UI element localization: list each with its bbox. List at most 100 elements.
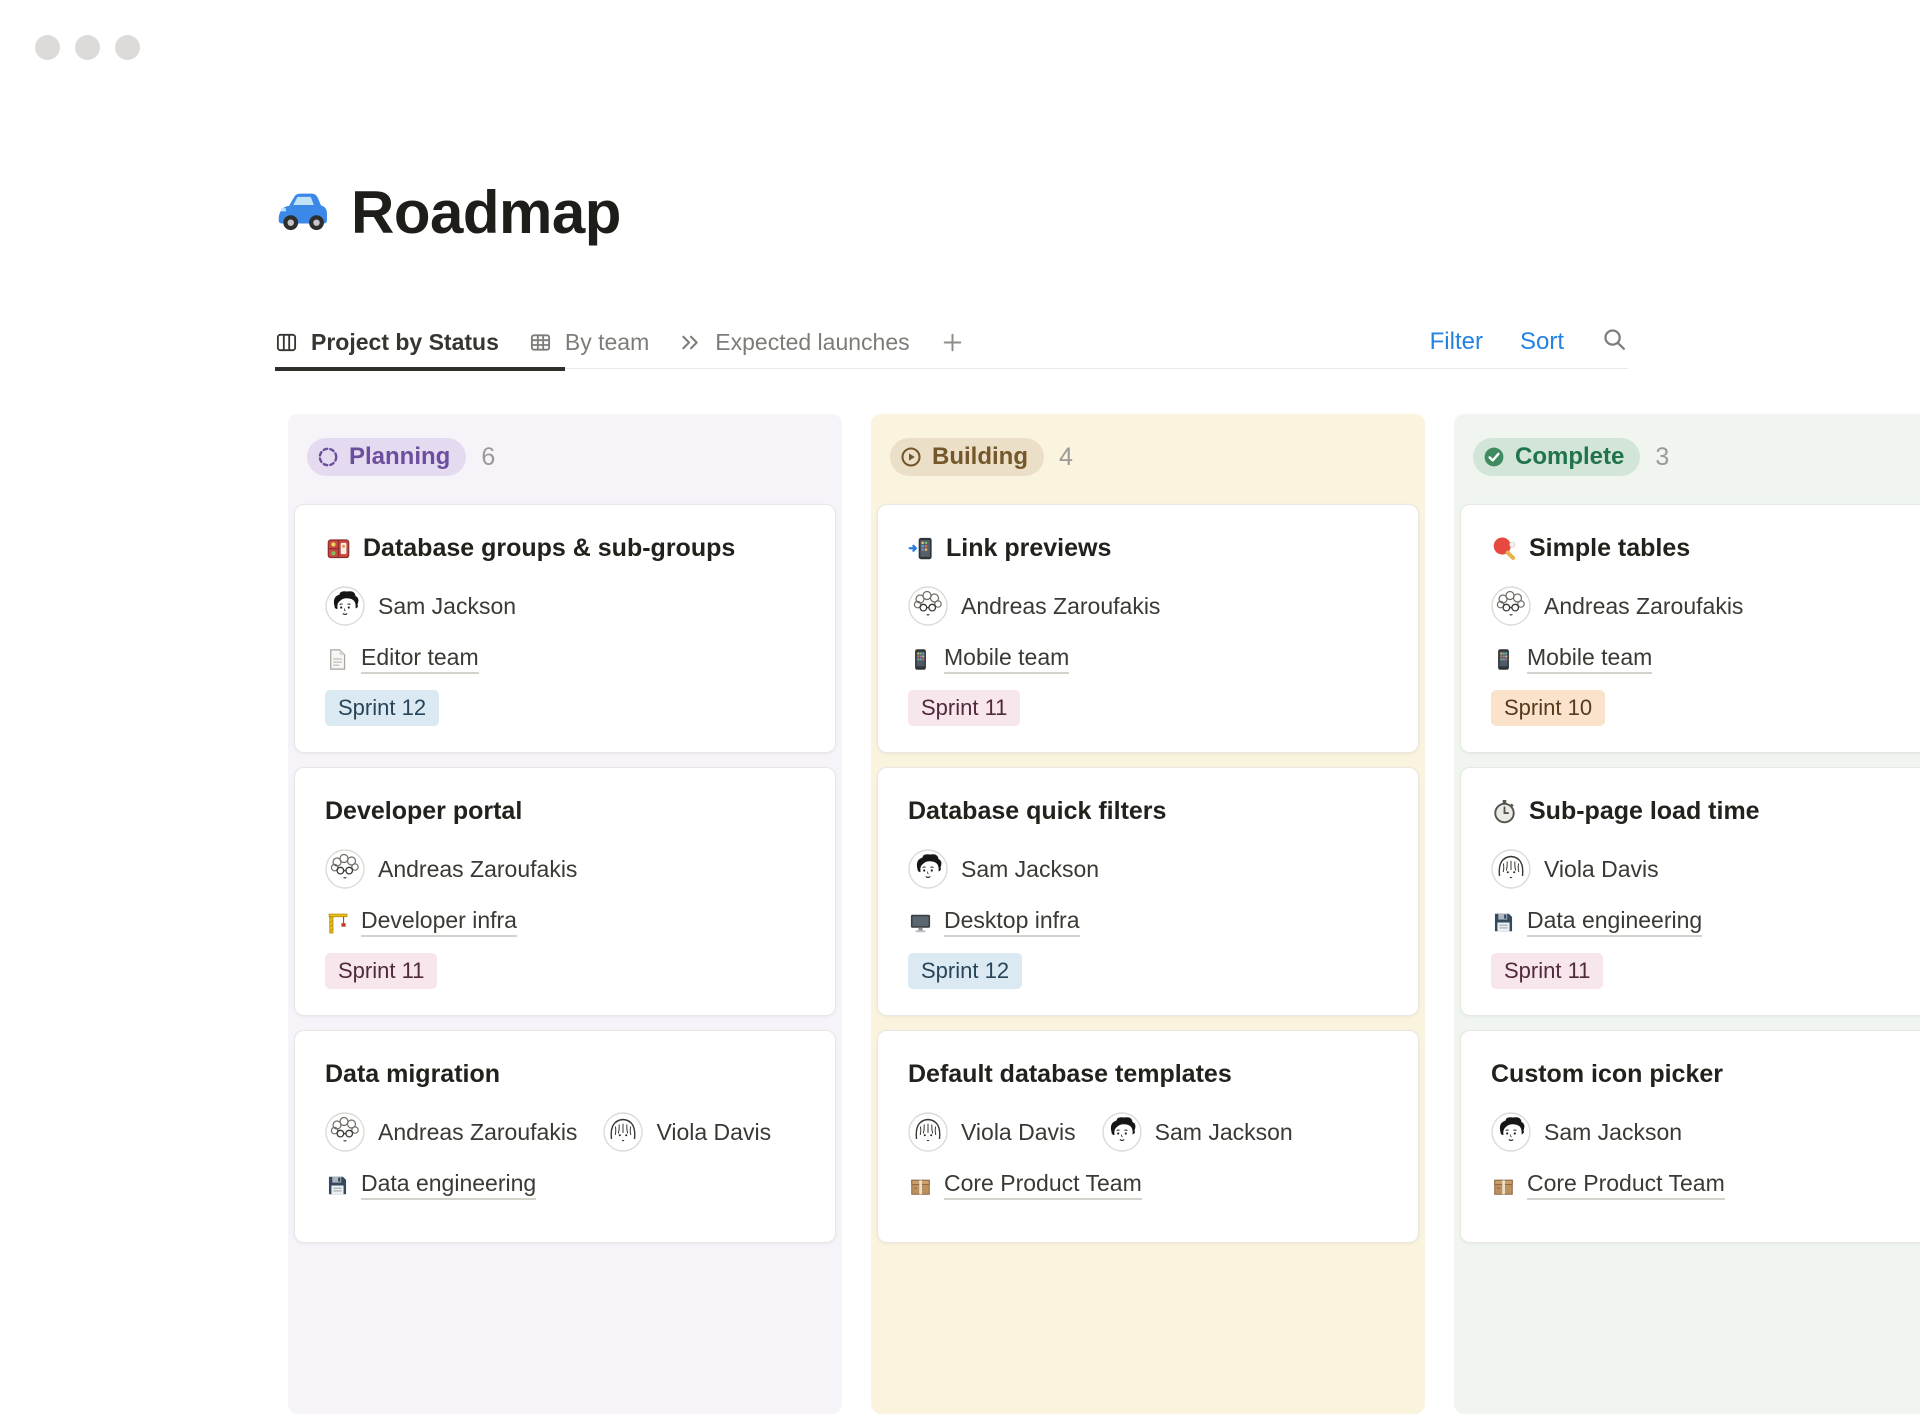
card-title-row: Sub-page load time — [1491, 796, 1920, 827]
table-icon — [529, 331, 552, 354]
team-row: Mobile team — [1491, 644, 1920, 674]
sprint-tag: Sprint 12 — [325, 690, 439, 726]
window-controls — [35, 35, 140, 60]
card-title: Custom icon picker — [1491, 1059, 1723, 1090]
sort-button[interactable]: Sort — [1520, 328, 1564, 356]
team-link[interactable]: Core Product Team — [1527, 1170, 1725, 1200]
mobile-icon — [908, 647, 933, 672]
assignee: Andreas Zaroufakis — [325, 1112, 577, 1152]
assignee-name: Sam Jackson — [961, 856, 1099, 883]
pingpong-icon — [1491, 535, 1518, 562]
window-control-dot[interactable] — [115, 35, 140, 60]
assignee: Sam Jackson — [325, 586, 516, 626]
avatar-sam — [1102, 1112, 1142, 1152]
package-icon — [1491, 1173, 1516, 1198]
board-card-custom-icon-picker[interactable]: Custom icon pickerSam JacksonCore Produc… — [1460, 1030, 1920, 1243]
assignee-name: Sam Jackson — [1155, 1119, 1293, 1146]
team-row: Desktop infra — [908, 907, 1388, 937]
team-link[interactable]: Data engineering — [361, 1170, 536, 1200]
team-link[interactable]: Data engineering — [1527, 907, 1702, 937]
card-title: Database groups & sub-groups — [363, 533, 735, 564]
avatar-sam — [325, 586, 365, 626]
team-link[interactable]: Editor team — [361, 644, 479, 674]
window-control-dot[interactable] — [35, 35, 60, 60]
board-card-simple-tables[interactable]: Simple tablesAndreas ZaroufakisMobile te… — [1460, 504, 1920, 753]
assignee-name: Andreas Zaroufakis — [378, 1119, 577, 1146]
avatar-andreas — [325, 1112, 365, 1152]
desktop-icon — [908, 910, 933, 935]
assignee-name: Viola Davis — [961, 1119, 1076, 1146]
assignee: Andreas Zaroufakis — [325, 849, 577, 889]
board-card-link-previews[interactable]: Link previews Andreas Zaroufakis Mobile te… — [877, 504, 1419, 753]
assignee-name: Andreas Zaroufakis — [1544, 593, 1743, 620]
team-row: Core Product Team — [1491, 1170, 1920, 1200]
team-link[interactable]: Developer infra — [361, 907, 517, 937]
search-button[interactable] — [1601, 326, 1628, 358]
board-card-data-migration[interactable]: Data migration Andreas ZaroufakisViola Da… — [294, 1030, 836, 1243]
board-card-database-groups-sub-groups[interactable]: Database groups & sub-groups Sam Jackson E… — [294, 504, 836, 753]
card-title: Default database templates — [908, 1059, 1232, 1090]
avatar-andreas — [325, 849, 365, 889]
avatar-viola — [603, 1112, 643, 1152]
page-icon — [325, 647, 350, 672]
assignee: Andreas Zaroufakis — [908, 586, 1160, 626]
stopwatch-icon — [1491, 798, 1518, 825]
board-card-sub-page-load-time[interactable]: Sub-page load time Viola Davis Data engine… — [1460, 767, 1920, 1016]
assignee-row: Andreas Zaroufakis — [325, 849, 805, 889]
status-pill-planning[interactable]: Planning — [307, 438, 466, 476]
status-pill-complete[interactable]: Complete — [1473, 438, 1640, 476]
tab-label: Expected launches — [715, 329, 909, 356]
status-pill-building[interactable]: Building — [890, 438, 1044, 476]
avatar-sam — [1491, 1112, 1531, 1152]
floppy-icon — [325, 1173, 350, 1198]
board-card-developer-portal[interactable]: Developer portal Andreas Zaroufakis Develo… — [294, 767, 836, 1016]
avatar-andreas — [908, 586, 948, 626]
column-header: Building 4 — [890, 438, 1419, 476]
blue-car-icon — [273, 184, 331, 242]
board-icon — [275, 331, 298, 354]
assignee-row: Sam Jackson — [325, 586, 805, 626]
add-view-button[interactable] — [940, 330, 965, 355]
card-title: Data migration — [325, 1059, 500, 1090]
assignee: Andreas Zaroufakis — [1491, 586, 1743, 626]
assignee-row: Sam Jackson — [908, 849, 1388, 889]
team-row: Data engineering — [1491, 907, 1920, 937]
crane-icon — [325, 910, 350, 935]
toolbar-actions: Filter Sort — [1430, 316, 1628, 368]
team-link[interactable]: Core Product Team — [944, 1170, 1142, 1200]
active-tab-underline — [275, 367, 565, 371]
card-list: Database groups & sub-groups Sam Jackson E… — [294, 504, 836, 1243]
team-row: Core Product Team — [908, 1170, 1388, 1200]
assignee: Sam Jackson — [908, 849, 1099, 889]
team-link[interactable]: Desktop infra — [944, 907, 1080, 937]
board-card-database-quick-filters[interactable]: Database quick filters Sam Jackson Desktop… — [877, 767, 1419, 1016]
tab-label: By team — [565, 329, 649, 356]
column-count: 4 — [1059, 443, 1073, 472]
avatar-viola — [1491, 849, 1531, 889]
window-control-dot[interactable] — [75, 35, 100, 60]
board-card-default-database-templates[interactable]: Default database templates Viola Davis Sam… — [877, 1030, 1419, 1243]
tab-project-by-status[interactable]: Project by Status — [275, 329, 499, 356]
sprint-tag: Sprint 11 — [325, 953, 437, 989]
assignee: Viola Davis — [1491, 849, 1659, 889]
team-link[interactable]: Mobile team — [944, 644, 1069, 674]
sprint-tag: Sprint 10 — [1491, 690, 1605, 726]
card-title: Developer portal — [325, 796, 522, 827]
sprint-tag: Sprint 11 — [1491, 953, 1603, 989]
sprint-tag: Sprint 11 — [908, 690, 1020, 726]
package-icon — [908, 1173, 933, 1198]
assignee-name: Sam Jackson — [378, 593, 516, 620]
view-toolbar: Project by Status By team Expected launc… — [275, 316, 1628, 369]
tab-expected-launches[interactable]: Expected launches — [679, 329, 909, 356]
column-count: 6 — [481, 443, 495, 472]
view-tabs: Project by Status By team Expected launc… — [275, 316, 1628, 368]
card-title-row: Database quick filters — [908, 796, 1388, 827]
assignee-row: Andreas ZaroufakisViola Davis — [325, 1112, 805, 1152]
tab-by-team[interactable]: By team — [529, 329, 649, 356]
filter-button[interactable]: Filter — [1430, 328, 1483, 356]
assignee-row: Viola Davis Sam Jackson — [908, 1112, 1388, 1152]
team-link[interactable]: Mobile team — [1527, 644, 1652, 674]
column-header: Planning 6 — [307, 438, 836, 476]
card-title: Link previews — [946, 533, 1111, 564]
board-column-planning: Planning 6 Database groups & sub-groups Sam… — [288, 414, 842, 1414]
